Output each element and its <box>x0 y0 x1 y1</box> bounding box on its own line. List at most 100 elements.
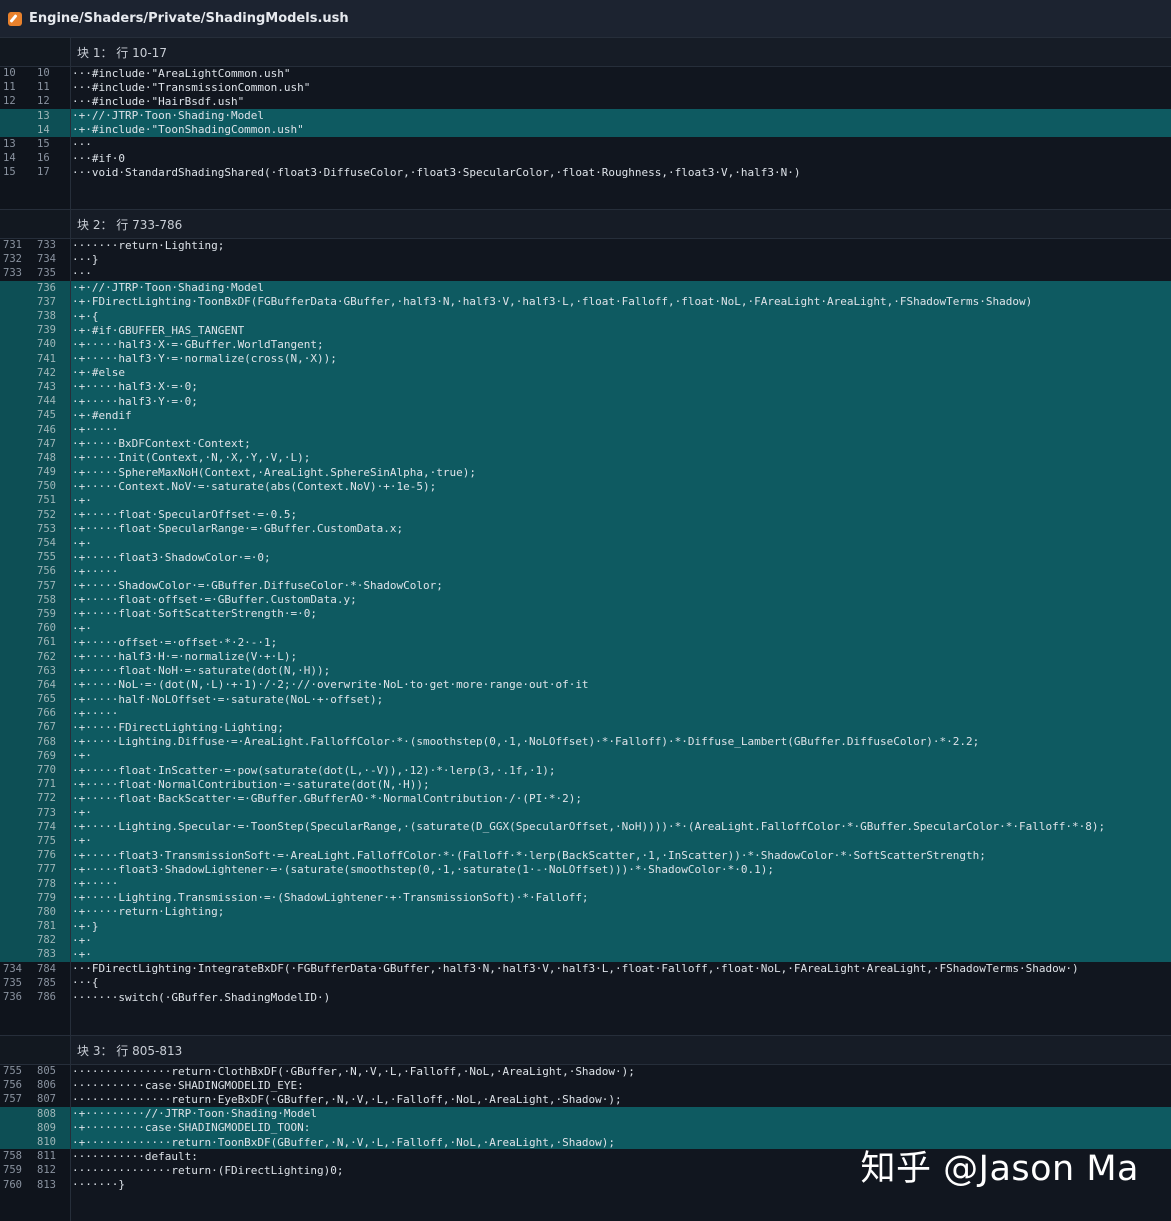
added-line[interactable]: 776 ·+·····float3·TransmissionSoft·=·Area… <box>0 848 1171 863</box>
code-text: ·+·····Lighting.Diffuse·=·AreaLight.Fall… <box>70 734 1171 749</box>
watermark: 知乎 @Jason Ma <box>860 1149 1139 1189</box>
added-line[interactable]: 741 ·+·····half3·Y·=·normalize(cross(N,·X… <box>0 351 1171 366</box>
code-text: ·+·····FDirectLighting·Lighting; <box>70 720 1171 735</box>
added-line[interactable]: 739 ·+·#if·GBUFFER_HAS_TANGENT <box>0 323 1171 338</box>
added-line[interactable]: 774 ·+·····Lighting.Specular·=·ToonStep(S… <box>0 819 1171 834</box>
new-line-number: 761 <box>37 636 56 649</box>
added-line[interactable]: 764 ·+·····NoL·=·(dot(N,·L)·+·1)·/·2;·//·… <box>0 677 1171 692</box>
added-line[interactable]: 781 ·+·} <box>0 919 1171 934</box>
new-line-number: 812 <box>37 1164 56 1177</box>
hunk-header[interactable]: 块 1： 行 10-17 <box>0 37 1171 67</box>
added-line[interactable]: 778 ·+····· <box>0 876 1171 891</box>
context-line[interactable]: 15 17 ···void·StandardShadingShared(·float… <box>0 165 1171 180</box>
file-path[interactable]: Engine/Shaders/Private/ShadingModels.ush <box>29 11 349 26</box>
added-line[interactable]: 736 ·+·//·JTRP·Toon·Shading·Model <box>0 280 1171 295</box>
context-line[interactable]: 12 12 ···#include·"HairBsdf.ush" <box>0 94 1171 109</box>
added-line[interactable]: 782 ·+· <box>0 933 1171 948</box>
added-line[interactable]: 760 ·+· <box>0 621 1171 636</box>
added-line[interactable]: 753 ·+·····float·SpecularRange·=·GBuffer.… <box>0 521 1171 536</box>
added-line[interactable]: 762 ·+·····half3·H·=·normalize(V·+·L); <box>0 649 1171 664</box>
added-line[interactable]: 766 ·+····· <box>0 706 1171 721</box>
code-text: ·+· <box>70 833 1171 849</box>
added-line[interactable]: 759 ·+·····float·SoftScatterStrength·=·0; <box>0 606 1171 622</box>
added-line[interactable]: 758 ·+·····float·offset·=·GBuffer.CustomD… <box>0 592 1171 607</box>
code-text: ·+····· <box>70 564 1171 579</box>
added-line[interactable]: 749 ·+·····SphereMaxNoH(Context,·AreaLigh… <box>0 465 1171 480</box>
added-line[interactable]: 763 ·+·····float·NoH·=·saturate(dot(N,·H)… <box>0 663 1171 678</box>
added-line[interactable]: 752 ·+·····float·SpecularOffset·=·0.5; <box>0 507 1171 522</box>
code-text: ·+·#if·GBUFFER_HAS_TANGENT <box>70 323 1171 338</box>
added-line[interactable]: 14 ·+·#include·"ToonShadingCommon.ush" <box>0 122 1171 137</box>
added-line[interactable]: 13 ·+·//·JTRP·Toon·Shading·Model <box>0 108 1171 123</box>
code-text: ·+····· <box>70 876 1171 891</box>
context-line[interactable]: 736 786 ·······switch(·GBuffer.ShadingMode… <box>0 989 1171 1005</box>
code-text: ·+· <box>70 933 1171 948</box>
context-line[interactable]: 734 784 ···FDirectLighting·IntegrateBxDF(·… <box>0 961 1171 976</box>
new-line-number: 784 <box>37 962 56 975</box>
added-line[interactable]: 740 ·+·····half3·X·=·GBuffer.WorldTangent… <box>0 337 1171 352</box>
new-line-number: 735 <box>37 267 56 280</box>
added-line[interactable]: 748 ·+·····Init(Context,·N,·X,·Y,·V,·L); <box>0 450 1171 465</box>
added-line[interactable]: 761 ·+·····offset·=·offset·*·2·-·1; <box>0 635 1171 650</box>
added-line[interactable]: 772 ·+·····float·BackScatter·=·GBuffer.GB… <box>0 791 1171 806</box>
added-line[interactable]: 747 ·+·····BxDFContext·Context; <box>0 436 1171 451</box>
hunk-header[interactable]: 块 2： 行 733-786 <box>0 209 1171 239</box>
new-line-number: 743 <box>37 380 56 393</box>
added-line[interactable]: 770 ·+·····float·InScatter·=·pow(saturate… <box>0 762 1171 778</box>
added-line[interactable]: 757 ·+·····ShadowColor·=·GBuffer.DiffuseC… <box>0 578 1171 593</box>
added-line[interactable]: 780 ·+·····return·Lighting; <box>0 904 1171 919</box>
context-line[interactable]: 11 11 ···#include·"TransmissionCommon.ush" <box>0 80 1171 95</box>
context-line[interactable]: 755 805 ···············return·ClothBxDF(·G… <box>0 1064 1171 1079</box>
added-line[interactable]: 744 ·+·····half3·Y·=·0; <box>0 394 1171 409</box>
context-line[interactable]: 10 10 ···#include·"AreaLightCommon.ush" <box>0 66 1171 81</box>
added-line[interactable]: 765 ·+·····half·NoLOffset·=·saturate(NoL·… <box>0 692 1171 707</box>
added-line[interactable]: 750 ·+·····Context.NoV·=·saturate(abs(Con… <box>0 479 1171 494</box>
code-text: ··· <box>70 136 1171 152</box>
context-line[interactable]: 14 16 ···#if·0 <box>0 151 1171 166</box>
added-line[interactable]: 773 ·+· <box>0 805 1171 820</box>
added-line[interactable]: 755 ·+·····float3·ShadowColor·=·0; <box>0 550 1171 565</box>
added-line[interactable]: 768 ·+·····Lighting.Diffuse·=·AreaLight.F… <box>0 734 1171 749</box>
added-line[interactable]: 738 ·+·{ <box>0 308 1171 324</box>
added-line[interactable]: 756 ·+····· <box>0 564 1171 579</box>
added-line[interactable]: 751 ·+· <box>0 493 1171 508</box>
code-text: ·+·····float·BackScatter·=·GBuffer.GBuff… <box>70 791 1171 806</box>
added-line[interactable]: 754 ·+· <box>0 535 1171 551</box>
code-text: ·+·····Init(Context,·N,·X,·Y,·V,·L); <box>70 450 1171 465</box>
added-line[interactable]: 809 ·+·········case·SHADINGMODELID_TOON: <box>0 1120 1171 1135</box>
added-line[interactable]: 742 ·+·#else <box>0 365 1171 380</box>
hunk-header[interactable]: 块 3： 行 805-813 <box>0 1035 1171 1065</box>
added-line[interactable]: 775 ·+· <box>0 833 1171 849</box>
code-text: ·+·····half3·X·=·GBuffer.WorldTangent; <box>70 337 1171 352</box>
added-line[interactable]: 769 ·+· <box>0 748 1171 763</box>
code-text: ···#include·"TransmissionCommon.ush" <box>70 80 1171 95</box>
hunk-header-gutter <box>0 38 71 66</box>
context-line[interactable]: 735 785 ···{ <box>0 975 1171 990</box>
new-line-number: 753 <box>37 522 56 535</box>
added-line[interactable]: 746 ·+····· <box>0 422 1171 437</box>
context-line[interactable]: 13 15 ··· <box>0 136 1171 152</box>
added-line[interactable]: 779 ·+·····Lighting.Transmission·=·(Shado… <box>0 890 1171 905</box>
code-text: ·+·····half3·Y·=·normalize(cross(N,·X)); <box>70 351 1171 366</box>
added-line[interactable]: 745 ·+·#endif <box>0 408 1171 423</box>
context-line[interactable]: 733 735 ··· <box>0 266 1171 281</box>
code-text: ·+·//·JTRP·Toon·Shading·Model <box>70 108 1171 123</box>
code-text: ···#include·"HairBsdf.ush" <box>70 94 1171 109</box>
code-text: ·+· <box>70 493 1171 508</box>
context-line[interactable]: 731 733 ·······return·Lighting; <box>0 238 1171 253</box>
new-line-number: 783 <box>37 948 56 961</box>
added-line[interactable]: 777 ·+·····float3·ShadowLightener·=·(satu… <box>0 862 1171 877</box>
old-line-number: 755 <box>3 1065 22 1078</box>
added-line[interactable]: 783 ·+· <box>0 947 1171 962</box>
context-line[interactable]: 756 806 ···········case·SHADINGMODELID_EYE… <box>0 1078 1171 1093</box>
added-line[interactable]: 808 ·+·········//·JTRP·Toon·Shading·Model <box>0 1106 1171 1121</box>
added-line[interactable]: 767 ·+·····FDirectLighting·Lighting; <box>0 720 1171 735</box>
context-line[interactable]: 732 734 ···} <box>0 252 1171 267</box>
added-line[interactable]: 743 ·+·····half3·X·=·0; <box>0 379 1171 395</box>
added-line[interactable]: 771 ·+·····float·NormalContribution·=·sat… <box>0 777 1171 792</box>
new-line-number: 782 <box>37 934 56 947</box>
added-line[interactable]: 737 ·+·FDirectLighting·ToonBxDF(FGBufferD… <box>0 294 1171 309</box>
hunk-header-gutter <box>0 210 71 238</box>
new-line-number: 786 <box>37 991 56 1004</box>
context-line[interactable]: 757 807 ···············return·EyeBxDF(·GBu… <box>0 1092 1171 1107</box>
